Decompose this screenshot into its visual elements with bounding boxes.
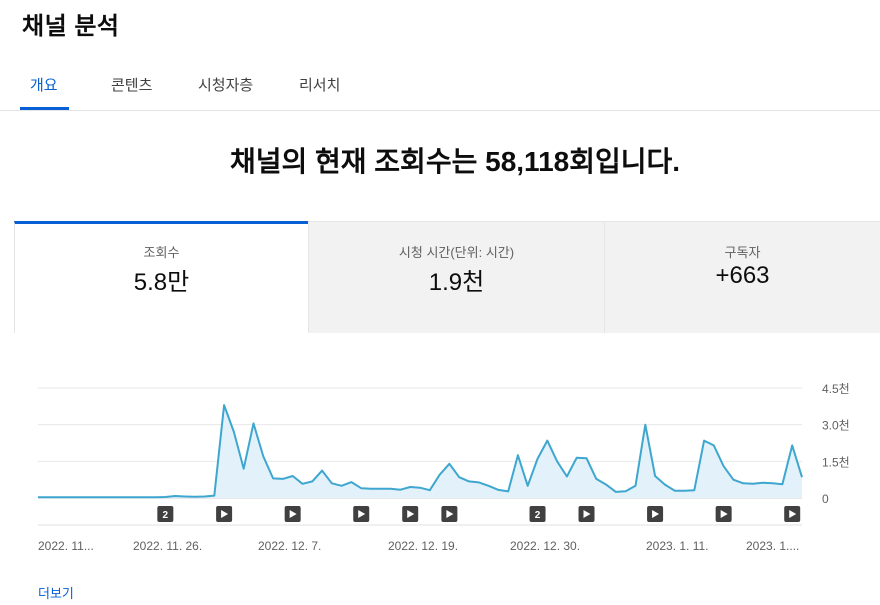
multi-video-marker-icon[interactable]: 2 <box>157 506 174 522</box>
x-tick-label: 2022. 12. 7. <box>258 539 321 553</box>
video-marker-icon[interactable] <box>216 506 233 522</box>
y-tick-label: 0 <box>822 492 829 506</box>
metric-value: 1.9천 <box>428 269 485 296</box>
video-marker-icon[interactable] <box>353 506 370 522</box>
page-title: 채널 분석 <box>22 13 120 40</box>
y-tick-label: 4.5천 <box>822 381 850 396</box>
tab-audience[interactable]: 시청자층 <box>198 74 253 95</box>
y-tick-label: 1.5천 <box>822 454 850 469</box>
video-marker-icon[interactable] <box>284 506 301 522</box>
marker-count: 2 <box>535 510 541 521</box>
multi-video-marker-icon[interactable]: 2 <box>529 506 546 522</box>
metric-value: +663 <box>715 262 770 289</box>
tab-bar: 개요 콘텐츠 시청자층 리서치 <box>0 62 880 111</box>
metric-label: 구독자 <box>724 245 761 260</box>
x-tick-label: 2022. 12. 30. <box>510 539 580 553</box>
tab-content[interactable]: 콘텐츠 <box>111 74 152 95</box>
views-line <box>38 404 803 499</box>
tab-research[interactable]: 리서치 <box>299 74 340 95</box>
y-tick-label: 3.0천 <box>822 418 850 433</box>
metric-card-watch-time[interactable]: 시청 시간(단위: 시간) 1.9천 <box>308 221 604 333</box>
video-marker-icon[interactable] <box>441 506 458 522</box>
metric-card-views[interactable]: 조회수 5.8만 <box>14 221 308 333</box>
metric-value: 5.8만 <box>133 269 190 296</box>
video-marker-icon[interactable] <box>784 506 801 522</box>
tab-overview[interactable]: 개요 <box>30 74 58 95</box>
video-marker-icon[interactable] <box>578 506 595 522</box>
headline-summary: 채널의 현재 조회수는 58,118회입니다. <box>229 146 681 177</box>
video-marker-icon[interactable] <box>715 506 732 522</box>
metric-label: 조회수 <box>143 245 180 260</box>
see-more-link[interactable]: 더보기 <box>38 583 74 602</box>
views-chart: 4.5천 3.0천 1.5천 0 2 2 2022. 11... 2022. 11. 26. 2… <box>37 381 850 553</box>
video-marker-icon[interactable] <box>402 506 419 522</box>
metric-label: 시청 시간(단위: 시간) <box>398 245 515 260</box>
video-marker-icon[interactable] <box>647 506 664 522</box>
active-tab-indicator <box>20 107 69 110</box>
metric-cards: 조회수 5.8만 시청 시간(단위: 시간) 1.9천 구독자 +663 <box>14 221 880 333</box>
x-tick-label: 2022. 11. 26. <box>133 539 202 553</box>
views-area <box>38 405 802 498</box>
x-tick-label: 2023. 1. 11. <box>646 539 709 553</box>
x-tick-label: 2022. 11... <box>38 539 94 553</box>
marker-count: 2 <box>163 510 169 521</box>
metric-card-subscribers[interactable]: 구독자 +663 <box>604 221 880 333</box>
views-chart-container: 4.5천 3.0천 1.5천 0 2 2 2022. 11... 2022. 11. 26. 2… <box>0 370 880 570</box>
x-tick-label: 2023. 1.... <box>746 539 799 553</box>
x-tick-label: 2022. 12. 19. <box>388 539 458 553</box>
